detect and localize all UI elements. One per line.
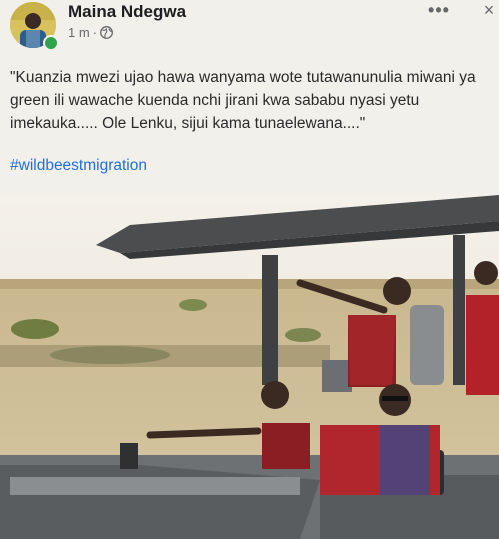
safari-vehicle-photo bbox=[0, 195, 499, 539]
globe-icon bbox=[100, 26, 113, 39]
post-meta: 1 m · bbox=[68, 25, 113, 40]
post-time[interactable]: 1 m bbox=[68, 25, 90, 40]
post-body-text: "Kuanzia mwezi ujao hawa wanyama wote tu… bbox=[10, 69, 476, 132]
post-photo[interactable] bbox=[0, 195, 499, 539]
close-icon[interactable]: × bbox=[478, 0, 499, 22]
online-status-dot bbox=[43, 35, 59, 51]
author-name[interactable]: Maina Ndegwa bbox=[68, 2, 186, 22]
post-header: Maina Ndegwa 1 m · ••• × bbox=[0, 0, 499, 52]
hashtag-link[interactable]: #wildbeestmigration bbox=[10, 157, 147, 175]
meta-separator: · bbox=[92, 25, 98, 40]
more-options-icon[interactable]: ••• bbox=[424, 0, 454, 22]
